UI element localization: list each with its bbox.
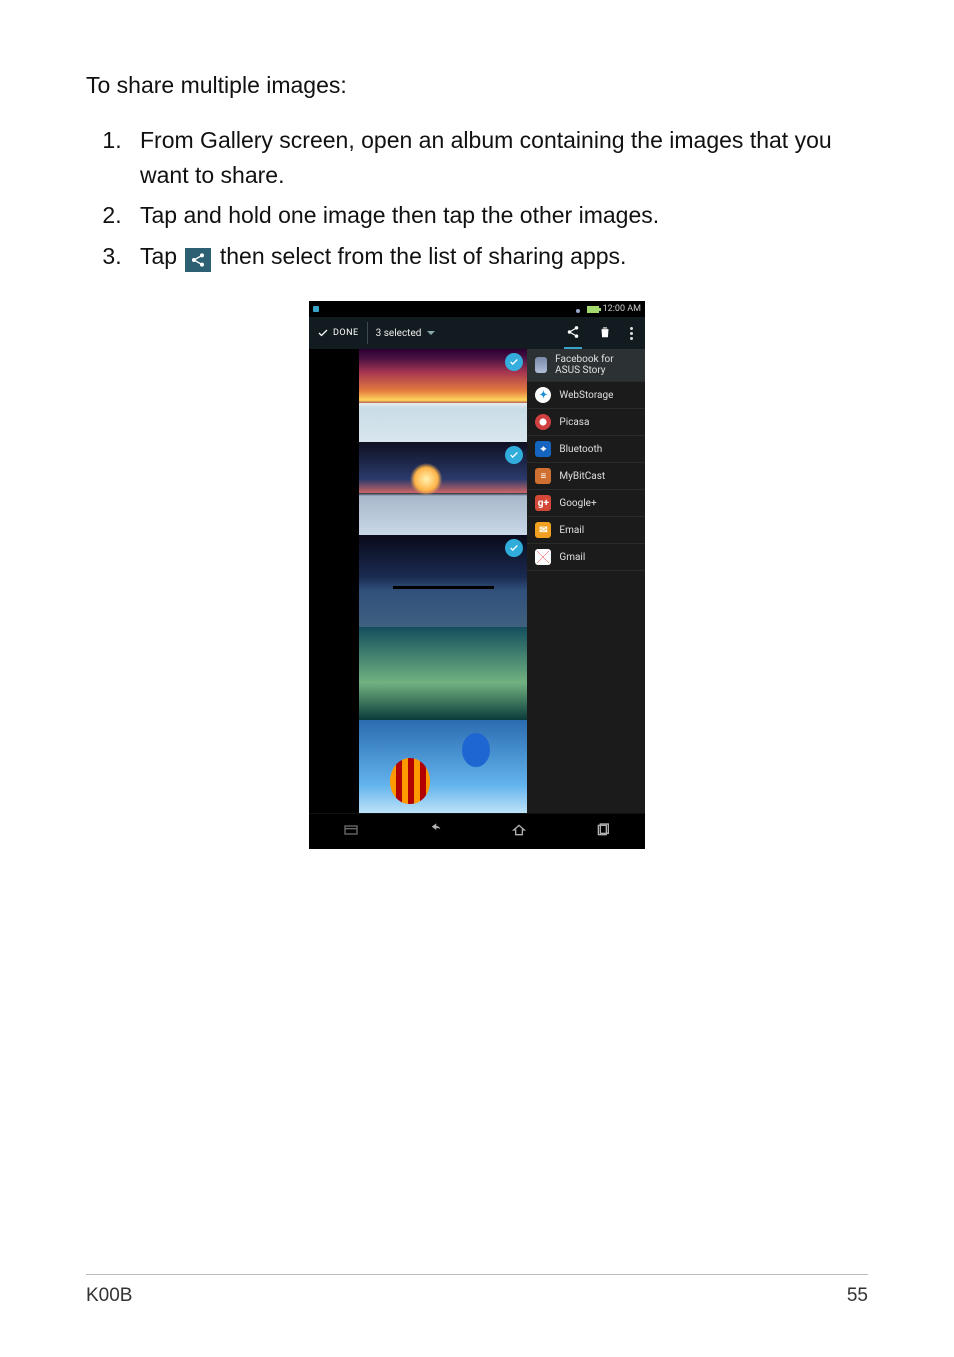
- share-icon: [566, 325, 580, 342]
- share-app-label: Picasa: [559, 417, 589, 428]
- page-footer: K00B 55: [86, 1274, 868, 1307]
- done-button[interactable]: DONE: [309, 317, 367, 349]
- trash-icon: [598, 325, 612, 342]
- share-app-item[interactable]: ✉ Email: [527, 517, 645, 544]
- share-app-label: Bluetooth: [559, 444, 602, 455]
- embedded-device-screenshot: 12:00 AM DONE 3 selected: [309, 301, 645, 849]
- share-app-item[interactable]: ⌖ Bluetooth: [527, 436, 645, 463]
- chevron-down-icon: [427, 331, 435, 335]
- wifi-icon: [573, 305, 583, 313]
- overflow-menu-button[interactable]: [628, 317, 635, 349]
- footer-model: K00B: [86, 1285, 132, 1307]
- nav-back-button[interactable]: [425, 822, 445, 841]
- app-icon: [535, 549, 551, 565]
- thumbnail-image[interactable]: [359, 535, 527, 628]
- step-2-text: Tap and hold one image then tap the othe…: [140, 202, 659, 228]
- thumbnail-image[interactable]: [359, 627, 527, 720]
- step-3-post: then select from the list of sharing app…: [220, 243, 627, 269]
- app-icon: ≡: [535, 468, 551, 484]
- step-3-pre: Tap: [140, 243, 177, 269]
- step-3: Tap then select from the list of sharing…: [128, 239, 868, 274]
- share-app-label: Gmail: [559, 552, 585, 563]
- share-app-label: MyBitCast: [559, 471, 605, 482]
- footer-page-number: 55: [847, 1285, 868, 1307]
- document-page: To share multiple images: From Gallery s…: [0, 0, 954, 1357]
- share-app-item[interactable]: ≡ MyBitCast: [527, 463, 645, 490]
- share-app-item[interactable]: Gmail: [527, 544, 645, 571]
- selected-count-dropdown[interactable]: 3 selected: [368, 328, 554, 339]
- step-1-text: From Gallery screen, open an album conta…: [140, 127, 832, 188]
- thumbnail-image[interactable]: [359, 349, 527, 442]
- thumbnail-image[interactable]: [359, 442, 527, 535]
- app-icon: ✦: [535, 387, 551, 403]
- section-heading: To share multiple images:: [86, 72, 868, 99]
- share-app-item[interactable]: g+ Google+: [527, 490, 645, 517]
- app-icon: g+: [535, 495, 551, 511]
- app-icon: [535, 414, 551, 430]
- gallery-body: Facebook for ASUS Story ✦ WebStorage Pica…: [309, 349, 645, 813]
- share-app-label: Google+: [559, 498, 596, 509]
- step-1: From Gallery screen, open an album conta…: [128, 123, 868, 192]
- selected-check-icon: [505, 446, 523, 464]
- share-app-item[interactable]: Picasa: [527, 409, 645, 436]
- share-action-button[interactable]: [564, 319, 582, 351]
- more-icon: [630, 327, 633, 340]
- done-label: DONE: [333, 328, 359, 338]
- share-app-label: Email: [559, 525, 584, 536]
- step-2: Tap and hold one image then tap the othe…: [128, 198, 868, 233]
- status-bar: 12:00 AM: [309, 301, 645, 317]
- selected-check-icon: [505, 353, 523, 371]
- nav-screenshot-button[interactable]: [341, 822, 361, 841]
- delete-action-button[interactable]: [596, 317, 614, 349]
- app-indicator-icon: [313, 306, 319, 312]
- thumbnail-image[interactable]: [359, 720, 527, 813]
- thumb-gutter: [309, 349, 359, 813]
- action-bar: DONE 3 selected: [309, 317, 645, 349]
- app-icon: ✉: [535, 522, 551, 538]
- share-app-item[interactable]: Facebook for ASUS Story: [527, 349, 645, 382]
- share-app-list: Facebook for ASUS Story ✦ WebStorage Pica…: [527, 349, 645, 813]
- nav-home-button[interactable]: [509, 822, 529, 841]
- share-app-label: Facebook for ASUS Story: [555, 354, 637, 376]
- status-time: 12:00 AM: [603, 304, 641, 314]
- thumbnail-column: [359, 349, 527, 813]
- share-app-item[interactable]: ✦ WebStorage: [527, 382, 645, 409]
- share-icon: [185, 248, 211, 272]
- app-icon: [535, 357, 547, 373]
- nav-recents-button[interactable]: [593, 822, 613, 841]
- instruction-list: From Gallery screen, open an album conta…: [86, 123, 868, 273]
- navigation-bar: [309, 813, 645, 849]
- share-app-label: WebStorage: [559, 390, 613, 401]
- selected-count-label: 3 selected: [376, 328, 422, 339]
- battery-icon: [587, 306, 599, 313]
- app-icon: ⌖: [535, 441, 551, 457]
- selected-check-icon: [505, 539, 523, 557]
